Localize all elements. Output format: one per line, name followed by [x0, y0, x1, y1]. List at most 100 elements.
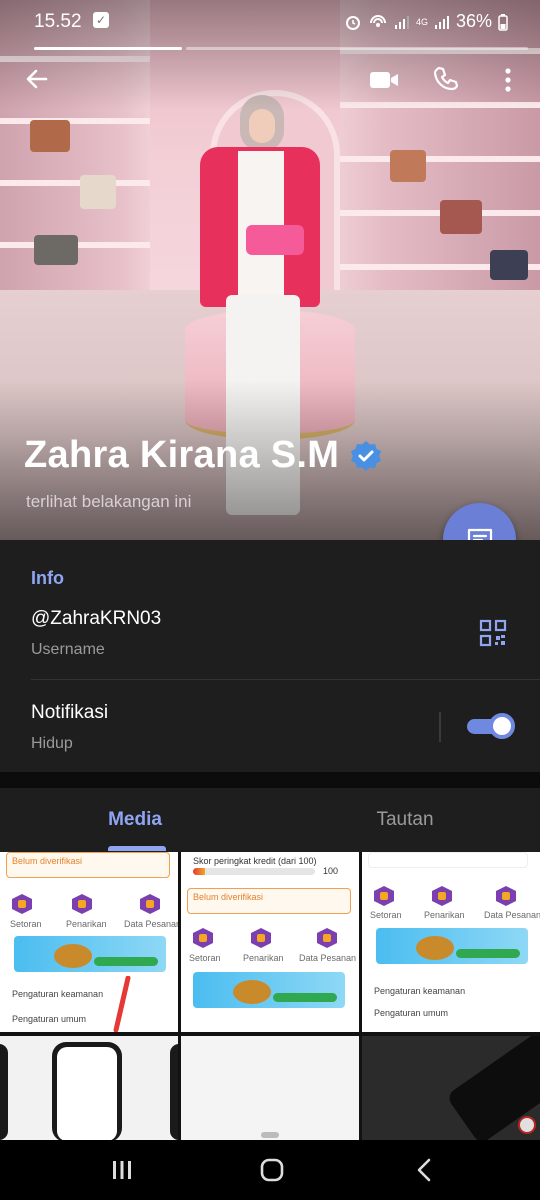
hotspot-icon	[369, 14, 386, 27]
thumb-setting-label: Pengaturan keamanan	[12, 989, 104, 999]
section-gap	[0, 772, 540, 788]
alarm-icon	[345, 15, 360, 30]
phone-mockup-screen	[57, 1047, 117, 1140]
thumb-shortcut-label: Data Pesanan	[124, 919, 178, 929]
back-button[interactable]	[20, 62, 54, 96]
thumb-promo-banner	[193, 972, 345, 1008]
thumb-header-box	[368, 852, 528, 868]
thumb-setting-label: Pengaturan keamanan	[374, 986, 466, 996]
recents-button[interactable]	[102, 1152, 142, 1188]
username-value[interactable]: @ZahraKRN03	[31, 608, 161, 630]
withdraw-icon	[251, 928, 271, 948]
tab-links[interactable]: Tautan	[270, 788, 540, 852]
thumb-warning-text: Belum diverifikasi	[12, 856, 83, 866]
username-label: Username	[31, 641, 105, 658]
thumb-promo-banner	[14, 936, 166, 972]
media-thumbnail[interactable]	[362, 1036, 540, 1140]
thumb-shortcut-label: Penarikan	[424, 910, 465, 920]
notification-check-icon: ✓	[93, 12, 109, 28]
more-options-button[interactable]	[498, 64, 518, 96]
last-seen-status: terlihat belakangan ini	[26, 492, 192, 511]
deposit-icon	[374, 886, 394, 906]
withdraw-icon	[432, 886, 452, 906]
arrow-left-icon	[26, 69, 48, 89]
deposit-icon	[193, 928, 213, 948]
thumb-warning-text: Belum diverifikasi	[193, 892, 264, 902]
notifications-toggle[interactable]	[467, 713, 515, 739]
system-back-button[interactable]	[404, 1152, 444, 1188]
handbag	[80, 175, 116, 209]
info-section: Info @ZahraKRN03 Username Notifikasi Hid…	[0, 540, 540, 772]
battery-percent: 36%	[455, 11, 492, 31]
info-section-title: Info	[31, 568, 64, 588]
handbag	[30, 120, 70, 152]
system-navigation-bar	[0, 1140, 540, 1200]
thumb-setting-label: Pengaturan umum	[374, 1008, 449, 1018]
toggle-separator	[439, 712, 441, 742]
thumb-score-value: 100	[323, 866, 339, 876]
red-annotation-stroke	[113, 976, 131, 1032]
thumb-shortcut-label: Data Pesanan	[484, 910, 540, 920]
handbag	[490, 250, 528, 280]
phone-mockup	[52, 1042, 122, 1140]
status-bar: 15.52 ✓ 4G 36%	[0, 0, 540, 44]
media-thumbnail[interactable]: Belum diverifikasi Setoran Penarikan Dat…	[0, 852, 178, 1032]
video-call-button[interactable]	[366, 64, 402, 96]
thumb-shortcut-label: Setoran	[189, 953, 221, 963]
phone-mockup-edge	[0, 1044, 8, 1140]
voice-call-button[interactable]	[430, 62, 462, 96]
handbag	[440, 200, 482, 234]
phone-mockup-edge	[170, 1044, 178, 1140]
handbag	[34, 235, 78, 265]
notifications-title[interactable]: Notifikasi	[31, 702, 108, 724]
orders-icon	[140, 894, 160, 914]
small-badge-icon	[518, 1116, 536, 1134]
handbag	[390, 150, 426, 182]
info-divider	[31, 679, 540, 680]
status-icons: 4G 36%	[344, 11, 508, 32]
media-tabs: Media Tautan	[0, 788, 540, 852]
withdraw-icon	[72, 894, 92, 914]
tab-media[interactable]: Media	[0, 788, 270, 852]
story-progress-bar	[34, 47, 528, 50]
thumb-shortcut-label: Setoran	[10, 919, 42, 929]
media-thumbnail[interactable]	[0, 1036, 178, 1140]
status-time: 15.52	[34, 11, 82, 32]
qr-code-button[interactable]	[479, 619, 507, 647]
phone-icon	[433, 66, 459, 91]
signal-icon	[394, 15, 409, 29]
orders-icon	[496, 886, 516, 906]
media-thumbnail[interactable]: Skor peringkat kredit (dari 100) 100 Bel…	[181, 852, 359, 1032]
home-button[interactable]	[252, 1152, 292, 1188]
media-grid: Belum diverifikasi Setoran Penarikan Dat…	[0, 852, 540, 1140]
more-vertical-icon	[505, 68, 511, 92]
network-type: 4G	[415, 16, 428, 27]
orders-icon	[317, 928, 337, 948]
thumb-shortcut-label: Penarikan	[66, 919, 107, 929]
recents-icon	[113, 1161, 131, 1179]
thumb-shortcut-label: Data Pesanan	[299, 953, 357, 963]
thumb-promo-banner	[376, 928, 528, 964]
deposit-icon	[12, 894, 32, 914]
thumb-shortcut-label: Setoran	[370, 910, 402, 920]
thumb-setting-label: Pengaturan umum	[12, 1014, 87, 1024]
thumb-score-label: Skor peringkat kredit (dari 100)	[193, 856, 317, 866]
media-thumbnail[interactable]	[181, 1036, 359, 1140]
profile-name: Zahra Kirana S.M	[24, 434, 383, 477]
pink-clutch	[246, 225, 304, 255]
signal-icon-2	[434, 15, 449, 29]
thumb-placeholder-mark	[261, 1132, 279, 1138]
notifications-state: Hidup	[31, 735, 73, 752]
thumb-score-bar	[193, 868, 315, 875]
profile-name-text: Zahra Kirana S.M	[24, 434, 340, 476]
media-thumbnail[interactable]: Setoran Penarikan Data Pesanan Pengatura…	[362, 852, 540, 1032]
home-icon	[260, 1158, 284, 1182]
active-tab-indicator	[108, 846, 166, 851]
battery-icon	[498, 13, 508, 31]
qr-code-icon	[479, 619, 507, 647]
story-segment-remaining	[186, 47, 528, 50]
verified-badge-icon	[351, 440, 382, 471]
face	[249, 109, 275, 143]
story-segment-viewed	[34, 47, 182, 50]
thumb-score-bar-fill	[193, 868, 206, 875]
